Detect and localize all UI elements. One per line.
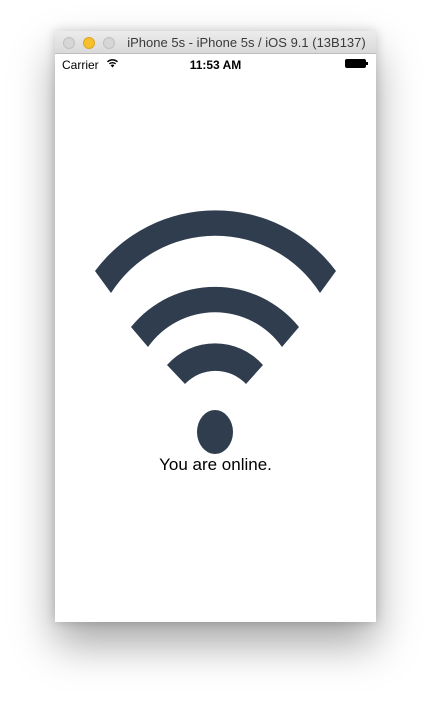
battery-icon [345, 59, 369, 69]
status-message: You are online. [159, 455, 272, 474]
window-titlebar[interactable]: iPhone 5s - iPhone 5s / iOS 9.1 (13B137) [55, 31, 376, 54]
wifi-icon [95, 210, 336, 454]
device-screen: Carrier 11:53 AM You are online. [55, 54, 376, 622]
simulator-window: iPhone 5s - iPhone 5s / iOS 9.1 (13B137)… [55, 31, 376, 622]
desktop: iPhone 5s - iPhone 5s / iOS 9.1 (13B137)… [0, 0, 432, 702]
status-time: 11:53 AM [189, 58, 242, 72]
wifi-arc-outer [95, 210, 336, 293]
close-window-button[interactable] [63, 37, 75, 49]
minimize-window-button[interactable] [83, 37, 95, 49]
status-bar: Carrier 11:53 AM [55, 54, 376, 74]
window-title: iPhone 5s - iPhone 5s / iOS 9.1 (13B137) [127, 35, 366, 50]
wifi-arc-middle [131, 286, 299, 347]
zoom-window-button[interactable] [103, 37, 115, 49]
wifi-arc-inner [167, 343, 263, 384]
wifi-dot [197, 410, 233, 454]
